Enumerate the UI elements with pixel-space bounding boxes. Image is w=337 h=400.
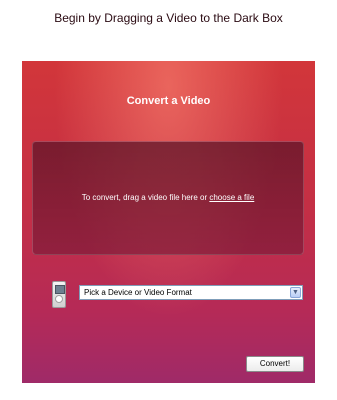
- convert-button[interactable]: Convert!: [246, 356, 304, 372]
- format-select-value: Pick a Device or Video Format: [84, 288, 192, 297]
- ipod-click-wheel: [55, 295, 63, 303]
- choose-file-link[interactable]: choose a file: [209, 193, 254, 202]
- chevron-down-icon[interactable]: ▼: [290, 287, 301, 298]
- video-drop-zone[interactable]: To convert, drag a video file here or ch…: [32, 141, 304, 255]
- ipod-icon: [52, 281, 66, 308]
- drop-instructions: To convert, drag a video file here or ch…: [33, 193, 303, 202]
- panel-title: Convert a Video: [126, 95, 211, 107]
- page-heading: Begin by Dragging a Video to the Dark Bo…: [54, 11, 283, 25]
- device-format-select[interactable]: Pick a Device or Video Format ▼: [79, 285, 303, 300]
- converter-panel: Convert a Video To convert, drag a video…: [22, 61, 315, 383]
- ipod-screen: [55, 285, 65, 294]
- drop-prompt: To convert, drag a video file here or: [81, 193, 208, 202]
